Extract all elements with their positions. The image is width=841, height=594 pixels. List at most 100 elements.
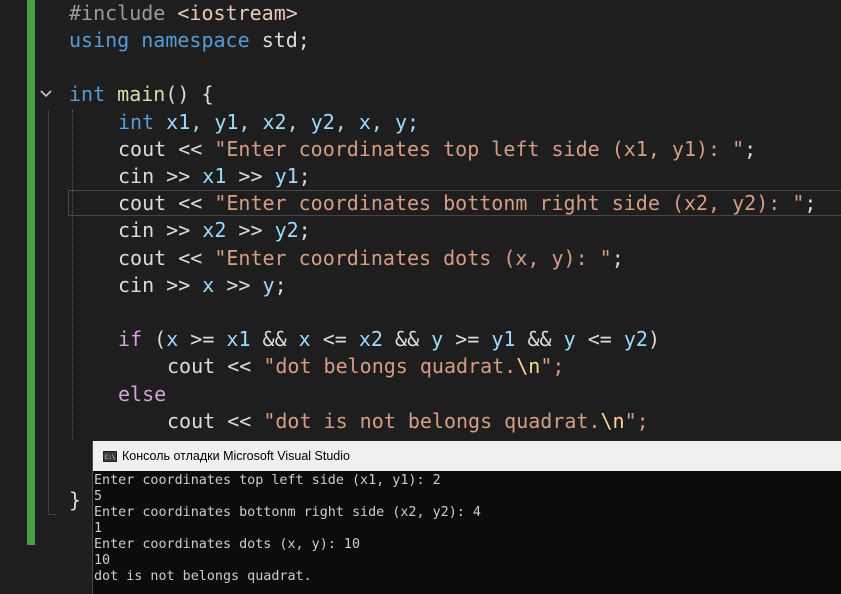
console-line: Enter coordinates bottonm right side (x2…: [94, 505, 481, 520]
string-literal: "Enter coordinates dots (x, y): ": [214, 246, 612, 270]
op: <<: [166, 246, 215, 270]
op-le: <=: [310, 327, 359, 351]
escape-sequence: \n: [516, 354, 541, 378]
main-paren-brace: () {: [165, 82, 214, 106]
code-line-include[interactable]: #include <iostream>: [69, 0, 298, 27]
code-line-using[interactable]: using namespace std;: [69, 27, 310, 54]
op: >>: [226, 164, 275, 188]
fold-chevron-icon[interactable]: [38, 86, 54, 102]
debug-console-window[interactable]: C:\ Консоль отладки Microsoft Visual Stu…: [92, 441, 841, 594]
keyword-namespace: namespace: [141, 28, 250, 52]
op: >>: [154, 164, 203, 188]
fold-region-guide: [48, 110, 49, 515]
cin: cin: [118, 273, 155, 297]
console-line: dot is not belongs quadrat.: [94, 569, 312, 584]
change-indicator-bar: [27, 0, 35, 545]
op-and: &&: [515, 327, 564, 351]
var-y1: y1: [274, 164, 299, 188]
semi: ;: [804, 191, 817, 215]
op-le: <=: [575, 327, 624, 351]
op: >>: [154, 218, 203, 242]
namespace-std: std;: [261, 28, 310, 52]
indent-guide-dots: [72, 110, 73, 440]
code-line-cout-false[interactable]: cout << "dot is not belongs quadrat.\n";: [167, 408, 649, 435]
console-line: Enter coordinates top left side (x1, y1)…: [94, 473, 441, 488]
var-y: y: [563, 327, 576, 351]
op: <<: [215, 354, 264, 378]
op-and: &&: [250, 327, 299, 351]
var-x1: x1: [202, 164, 227, 188]
var-y2: y2: [623, 327, 648, 351]
console-output[interactable]: Enter coordinates top left side (x1, y1)…: [93, 471, 841, 585]
code-line-cout-true[interactable]: cout << "dot belongs quadrat.\n";: [167, 353, 564, 380]
var-y: y: [262, 273, 275, 297]
op: >>: [226, 218, 275, 242]
console-line: 10: [94, 553, 111, 568]
code-line-cin-2[interactable]: cin >> x2 >> y2;: [118, 217, 311, 244]
string-literal: "dot belongs quadrat.: [263, 354, 517, 378]
string-literal: "dot is not belongs quadrat.: [263, 409, 601, 433]
var-x: x: [202, 273, 215, 297]
cout: cout: [118, 246, 167, 270]
op: <<: [215, 409, 264, 433]
code-line-cout-3[interactable]: cout << "Enter coordinates dots (x, y): …: [118, 245, 624, 272]
preprocessor-directive: #include: [69, 1, 178, 25]
function-main: main: [117, 82, 166, 106]
var-list: x1, y1, x2, y2, x, y;: [166, 110, 420, 134]
string-literal: "Enter coordinates bottonm right side (x…: [214, 191, 805, 215]
op: >>: [214, 273, 263, 297]
code-line-declare[interactable]: int x1, y1, x2, y2, x, y;: [118, 109, 419, 136]
string-end: ";: [624, 409, 649, 433]
var-y2: y2: [274, 218, 299, 242]
keyword-using: using: [69, 28, 130, 52]
fold-region-guide-end: [48, 514, 56, 515]
console-line: Enter coordinates dots (x, y): 10: [94, 537, 361, 552]
op-ge: >=: [178, 327, 227, 351]
keyword-if: if: [118, 327, 143, 351]
code-line-cin-1[interactable]: cin >> x1 >> y1;: [118, 163, 311, 190]
string-literal: "Enter coordinates top left side (x1, y1…: [214, 137, 745, 161]
console-line: 1: [94, 521, 103, 536]
op: <<: [166, 137, 215, 161]
code-line-main[interactable]: int main() {: [69, 81, 214, 108]
include-header: <iostream>: [177, 1, 298, 25]
code-line-cout-1[interactable]: cout << "Enter coordinates top left side…: [118, 136, 756, 163]
cin: cin: [118, 164, 155, 188]
op: >>: [154, 273, 203, 297]
cout: cout: [118, 191, 167, 215]
paren-close: ): [647, 327, 660, 351]
console-title: Консоль отладки Microsoft Visual Studio: [122, 449, 350, 463]
cout: cout: [167, 354, 216, 378]
code-line-else[interactable]: else: [118, 381, 166, 408]
keyword-int-decl: int: [118, 110, 155, 134]
code-line-close-brace[interactable]: }: [69, 487, 81, 514]
op-ge: >=: [443, 327, 492, 351]
op: <<: [166, 191, 215, 215]
var-x: x: [166, 327, 179, 351]
code-line-cout-2[interactable]: cout << "Enter coordinates bottonm right…: [118, 190, 816, 217]
console-app-icon: C:\: [103, 450, 117, 462]
cout: cout: [118, 137, 167, 161]
semi: ;: [274, 273, 287, 297]
code-line-cin-3[interactable]: cin >> x >> y;: [118, 272, 287, 299]
var-x1: x1: [226, 327, 251, 351]
keyword-else: else: [118, 382, 167, 406]
console-titlebar[interactable]: C:\ Консоль отладки Microsoft Visual Stu…: [93, 441, 841, 471]
op-and: &&: [382, 327, 432, 351]
string-end: ";: [540, 354, 565, 378]
cout: cout: [167, 409, 216, 433]
keyword-int: int: [69, 82, 106, 106]
closing-brace: }: [69, 488, 82, 512]
semi: ;: [744, 137, 757, 161]
var-x2: x2: [202, 218, 227, 242]
semi: ;: [298, 218, 311, 242]
semi: ;: [298, 164, 311, 188]
paren-open: (: [142, 327, 167, 351]
console-line: 5: [94, 489, 103, 504]
var-y: y: [431, 327, 444, 351]
escape-sequence: \n: [600, 409, 625, 433]
var-y1: y1: [491, 327, 516, 351]
var-x2: x2: [358, 327, 383, 351]
cin: cin: [118, 218, 155, 242]
code-line-if[interactable]: if (x >= x1 && x <= x2 && y >= y1 && y <…: [118, 326, 660, 353]
